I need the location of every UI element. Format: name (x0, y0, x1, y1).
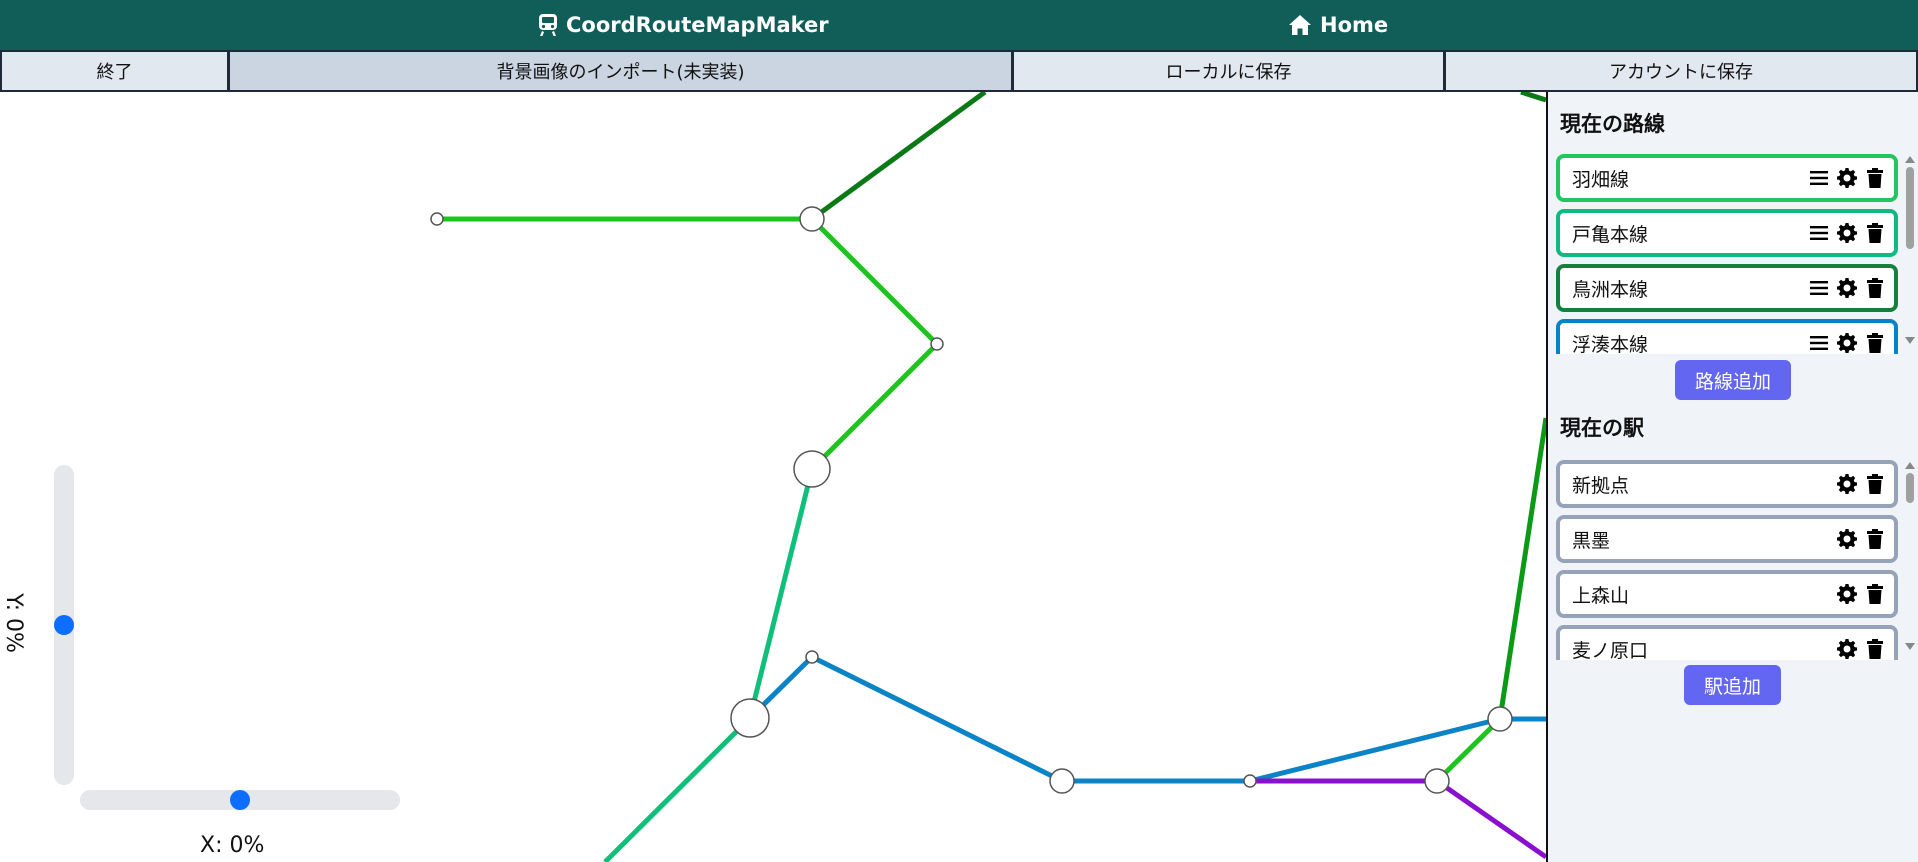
route-map[interactable] (0, 92, 1546, 862)
save-account-button[interactable]: アカウントに保存 (1444, 50, 1918, 92)
station-marker[interactable] (793, 450, 831, 488)
route-segment[interactable] (810, 342, 939, 471)
scroll-thumb[interactable] (1906, 473, 1914, 503)
route-segment[interactable] (1249, 716, 1501, 784)
scroll-up-icon[interactable] (1905, 156, 1915, 163)
y-slider-thumb[interactable] (54, 615, 74, 635)
x-label: X: 0% (200, 833, 265, 858)
gear-icon[interactable] (1836, 638, 1858, 660)
gear-icon[interactable] (1836, 528, 1858, 550)
route-segment[interactable] (810, 92, 987, 222)
home-icon (1289, 15, 1311, 35)
line-item[interactable]: 羽畑線 (1556, 154, 1898, 202)
route-segment[interactable] (1435, 778, 1546, 860)
gear-icon[interactable] (1836, 583, 1858, 605)
station-marker[interactable] (1487, 706, 1513, 732)
trash-icon[interactable] (1864, 638, 1886, 660)
line-item[interactable]: 浮湊本線 (1556, 319, 1898, 354)
stations-scrollbar[interactable] (1904, 460, 1916, 660)
gear-icon[interactable] (1836, 167, 1858, 189)
trash-icon[interactable] (1864, 167, 1886, 189)
map-canvas[interactable] (0, 92, 1546, 862)
station-item[interactable]: 麦ノ原口 (1556, 625, 1898, 660)
lines-title: 現在の路線 (1560, 112, 1665, 136)
trash-icon[interactable] (1864, 473, 1886, 495)
route-segment[interactable] (747, 468, 815, 719)
brand-label: CoordRouteMapMaker (566, 13, 829, 37)
station-item[interactable]: 新拠点 (1556, 460, 1898, 508)
route-segment[interactable] (603, 716, 752, 862)
drag-handle-icon[interactable] (1808, 167, 1830, 189)
station-marker[interactable] (1049, 768, 1075, 794)
station-marker[interactable] (805, 650, 819, 664)
scroll-thumb[interactable] (1906, 167, 1914, 249)
app-header: CoordRouteMapMaker Home (0, 0, 1918, 50)
gear-icon[interactable] (1836, 332, 1858, 354)
station-item[interactable]: 黒墨 (1556, 515, 1898, 563)
station-marker[interactable] (430, 212, 444, 226)
train-icon (539, 14, 557, 36)
station-name: 黒墨 (1572, 529, 1611, 552)
route-segment[interactable] (1497, 417, 1546, 720)
gear-icon[interactable] (1836, 277, 1858, 299)
lines-scrollbar[interactable] (1904, 154, 1916, 354)
line-item[interactable]: 戸亀本線 (1556, 209, 1898, 257)
drag-handle-icon[interactable] (1808, 332, 1830, 354)
lines-list[interactable]: 羽畑線 戸亀本線 鳥洲本線 浮湊本線 (1556, 154, 1898, 354)
station-marker[interactable] (1243, 774, 1257, 788)
route-segment[interactable] (810, 217, 939, 346)
line-name: 鳥洲本線 (1572, 278, 1649, 301)
station-marker[interactable] (1424, 768, 1450, 794)
add-station-button[interactable]: 駅追加 (1684, 665, 1782, 705)
home-label: Home (1320, 13, 1389, 37)
import-background-button[interactable]: 背景画像のインポート(未実装) (228, 50, 1012, 92)
station-marker[interactable] (730, 698, 770, 738)
x-slider[interactable] (80, 790, 400, 810)
sidebar: 現在の路線 羽畑線 戸亀本線 鳥洲本線 浮湊本線 路線追加 現在の駅 新拠点 黒… (1546, 92, 1918, 862)
line-name: 浮湊本線 (1572, 333, 1649, 355)
station-name: 上森山 (1572, 584, 1630, 607)
station-name: 麦ノ原口 (1572, 639, 1649, 661)
toolbar: 終了 背景画像のインポート(未実装) ローカルに保存 アカウントに保存 (0, 50, 1918, 92)
x-slider-thumb[interactable] (230, 790, 250, 810)
station-name: 新拠点 (1572, 474, 1630, 497)
add-line-button[interactable]: 路線追加 (1675, 360, 1792, 400)
route-segment[interactable] (1520, 92, 1546, 103)
brand-link[interactable]: CoordRouteMapMaker (538, 0, 829, 50)
trash-icon[interactable] (1864, 332, 1886, 354)
trash-icon[interactable] (1864, 528, 1886, 550)
station-item[interactable]: 上森山 (1556, 570, 1898, 618)
line-name: 羽畑線 (1572, 168, 1630, 191)
save-local-button[interactable]: ローカルに保存 (1012, 50, 1444, 92)
stations-list[interactable]: 新拠点 黒墨 上森山 麦ノ原口 (1556, 460, 1898, 660)
line-name: 戸亀本線 (1572, 223, 1649, 246)
trash-icon[interactable] (1864, 583, 1886, 605)
home-link[interactable]: Home (1288, 0, 1388, 50)
scroll-up-icon[interactable] (1905, 462, 1915, 469)
scroll-down-icon[interactable] (1905, 337, 1915, 344)
station-marker[interactable] (799, 206, 825, 232)
gear-icon[interactable] (1836, 473, 1858, 495)
y-label: Y: 0% (1, 593, 27, 653)
drag-handle-icon[interactable] (1808, 277, 1830, 299)
drag-handle-icon[interactable] (1808, 222, 1830, 244)
y-slider[interactable] (54, 465, 74, 785)
trash-icon[interactable] (1864, 277, 1886, 299)
trash-icon[interactable] (1864, 222, 1886, 244)
scroll-down-icon[interactable] (1905, 643, 1915, 650)
stations-title: 現在の駅 (1560, 416, 1644, 440)
route-segment[interactable] (810, 654, 1064, 784)
station-marker[interactable] (930, 337, 944, 351)
gear-icon[interactable] (1836, 222, 1858, 244)
line-item[interactable]: 鳥洲本線 (1556, 264, 1898, 312)
quit-button[interactable]: 終了 (0, 50, 228, 92)
